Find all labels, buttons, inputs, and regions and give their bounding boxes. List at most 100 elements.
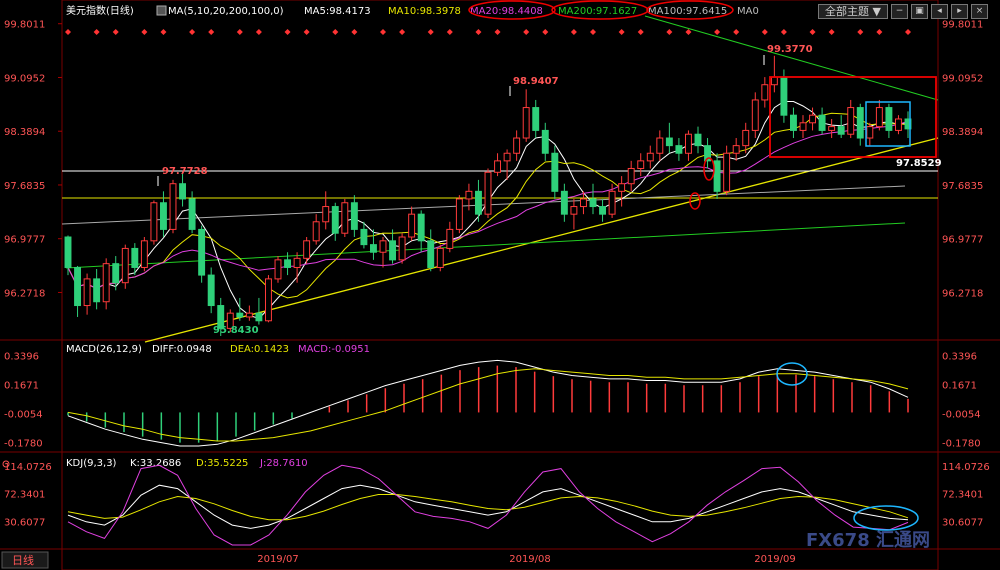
candle-body [150, 202, 158, 242]
macd-value: MACD:-0.0951 [298, 344, 370, 355]
kdj-y-label-right: 72.3401 [942, 490, 983, 501]
candle-body [93, 278, 101, 303]
candle-body [389, 240, 397, 261]
signal-diamond [112, 29, 119, 35]
candle-body [74, 266, 82, 307]
ma5-value: MA5:98.4173 [304, 6, 371, 17]
candle-body [121, 247, 129, 284]
signal-diamond [380, 29, 386, 35]
candle-body [264, 278, 272, 322]
y-axis-label-left: 96.9777 [4, 235, 45, 246]
candle-body [799, 122, 807, 131]
macd-y-label-right: 0.1671 [942, 380, 977, 391]
toolbar: 全部主题 ▼ − ▣ ◂ ▸ × [818, 4, 988, 19]
signal-diamond [857, 29, 864, 35]
signal-diamond [160, 29, 167, 35]
kdj-y-label-right: 30.6077 [942, 517, 983, 528]
candle-body [331, 206, 339, 234]
chevron-left-icon[interactable]: ◂ [931, 4, 948, 19]
signal-diamond [666, 29, 673, 35]
y-axis-label-right: 98.3894 [942, 127, 983, 138]
candle-body [637, 160, 645, 169]
x-axis-label: 2019/09 [754, 554, 796, 565]
signal-diamond [284, 29, 291, 35]
signal-diamond [427, 29, 434, 35]
signal-diamond [809, 29, 816, 35]
level-label: 97.8529 [896, 158, 942, 169]
candle-body [723, 152, 731, 192]
y-axis-label-left: 97.6835 [4, 181, 45, 192]
candle-body [408, 213, 416, 238]
candle-body [866, 126, 874, 139]
signal-diamond [905, 29, 911, 35]
candle-body [828, 126, 836, 131]
candle-body [875, 107, 883, 128]
candle-body [474, 190, 482, 215]
candle-body [398, 236, 406, 261]
ma-settings-icon[interactable] [156, 5, 167, 16]
candle-body [198, 228, 206, 276]
ma-params-label: MA(5,10,20,200,100,0) [168, 6, 284, 17]
kdj-k-line [67, 484, 909, 529]
ma100-line [61, 185, 906, 225]
candle-body [818, 114, 826, 131]
candle-body [809, 114, 817, 124]
candle-body [560, 190, 568, 215]
candle-body [446, 228, 454, 249]
macd-y-label-right: 0.3396 [942, 351, 977, 362]
candle-body [379, 240, 387, 253]
candle-body [274, 259, 282, 280]
candle-body [245, 312, 253, 318]
candle-body [159, 202, 167, 230]
candle-body [589, 198, 597, 208]
macd-y-label-left: 0.3396 [4, 351, 39, 362]
signal-diamond [93, 29, 100, 35]
close-icon[interactable]: × [971, 4, 988, 19]
macd-y-label-right: -0.0054 [942, 409, 981, 420]
candle-body [112, 263, 120, 284]
candle-body [236, 312, 244, 318]
candle-body [761, 84, 769, 101]
ma100-value: MA100:97.6415 [648, 6, 727, 17]
signal-diamond [618, 29, 625, 35]
candle-body [455, 198, 463, 230]
signal-diamond [570, 29, 577, 35]
signal-diamond [494, 29, 501, 35]
candle-body [427, 240, 435, 268]
minus-icon[interactable]: − [891, 4, 908, 19]
ma20-value: MA20:98.4408 [470, 6, 543, 17]
candle-body [284, 259, 292, 268]
candle-body [618, 183, 626, 192]
signal-diamond [141, 29, 148, 35]
chart-symbol-title: 美元指数(日线) [66, 4, 134, 17]
candle-body [312, 221, 320, 242]
candle-body [169, 183, 177, 230]
signal-diamond [523, 29, 530, 35]
candle-body [207, 274, 215, 307]
candle-body [856, 107, 864, 139]
ma10-value: MA10:98.3978 [388, 6, 461, 17]
candle-body [694, 133, 702, 147]
layout-icon[interactable]: ▣ [911, 4, 928, 19]
candle-body [179, 183, 187, 200]
candle-body [503, 152, 511, 162]
theme-dropdown-button[interactable]: 全部主题 ▼ [818, 4, 888, 19]
macd-y-label-left: -0.0054 [4, 409, 43, 420]
uptrend-line [144, 137, 939, 343]
candle-body [140, 240, 148, 268]
x-axis-label: 2019/07 [257, 554, 299, 565]
signal-diamond [236, 29, 243, 35]
candle-body [780, 76, 788, 116]
ma200-value: MA200:97.1627 [558, 6, 637, 17]
candle-body [732, 145, 740, 154]
macd-diff-value: DIFF:0.0948 [152, 344, 212, 355]
candle-body [532, 107, 540, 131]
high-label-3: 99.3770 [767, 44, 813, 55]
signal-diamond [761, 29, 768, 35]
signal-diamond [65, 29, 71, 35]
high-label-1: 97.7728 [162, 166, 208, 177]
x-axis-label: 2019/08 [509, 554, 551, 565]
candle-body [83, 278, 91, 307]
signal-diamond [685, 29, 692, 35]
chevron-right-icon[interactable]: ▸ [951, 4, 968, 19]
